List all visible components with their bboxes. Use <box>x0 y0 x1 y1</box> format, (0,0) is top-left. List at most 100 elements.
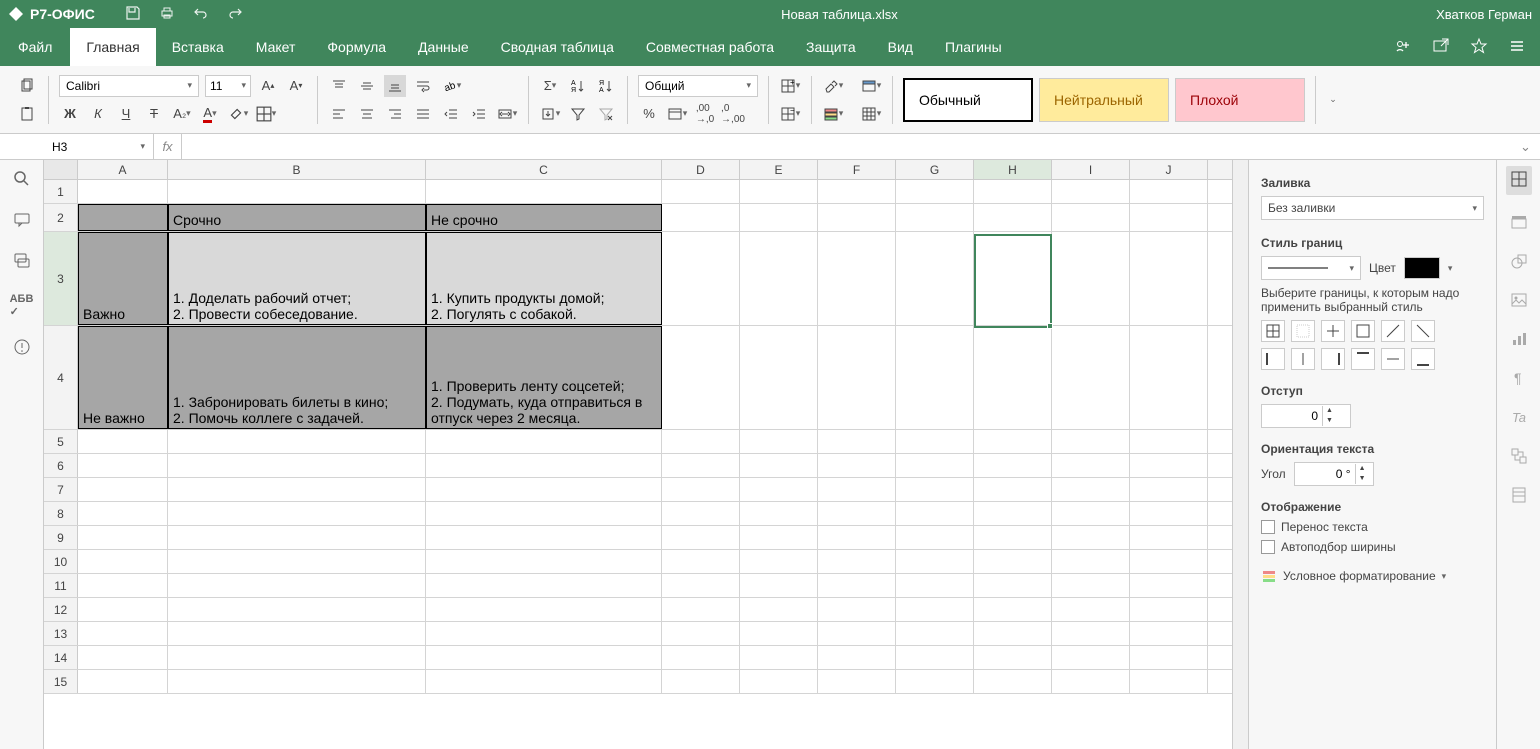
cell-I10[interactable] <box>1052 550 1130 573</box>
cell-D10[interactable] <box>662 550 740 573</box>
cell-E4[interactable] <box>740 326 818 429</box>
cell-G9[interactable] <box>896 526 974 549</box>
cell-F11[interactable] <box>818 574 896 597</box>
undo-icon[interactable] <box>193 5 209 24</box>
cell-D1[interactable] <box>662 180 740 203</box>
cell-G7[interactable] <box>896 478 974 501</box>
cell-I4[interactable] <box>1052 326 1130 429</box>
cell-F3[interactable] <box>818 232 896 325</box>
menu-collab[interactable]: Совместная работа <box>630 28 790 66</box>
cell-F7[interactable] <box>818 478 896 501</box>
border-inner-icon[interactable] <box>1321 320 1345 342</box>
cell-A2[interactable] <box>78 204 168 231</box>
angle-down[interactable]: ▼ <box>1356 474 1369 484</box>
strike-icon[interactable]: Т <box>143 103 165 125</box>
cell-A3[interactable]: Важно <box>78 232 168 325</box>
cell-E13[interactable] <box>740 622 818 645</box>
formula-input[interactable] <box>182 134 1520 159</box>
size-select[interactable]: 11▾ <box>205 75 251 97</box>
menu-layout[interactable]: Макет <box>240 28 312 66</box>
search-icon[interactable] <box>13 170 31 191</box>
cell-H15[interactable] <box>974 670 1052 693</box>
spellcheck-icon[interactable]: АБВ✓ <box>10 293 34 318</box>
cell-F1[interactable] <box>818 180 896 203</box>
cell-E10[interactable] <box>740 550 818 573</box>
cell-B6[interactable] <box>168 454 426 477</box>
cell-A7[interactable] <box>78 478 168 501</box>
menu-pivot[interactable]: Сводная таблица <box>485 28 630 66</box>
col-header-E[interactable]: E <box>740 160 818 179</box>
cell-A1[interactable] <box>78 180 168 203</box>
cell-D4[interactable] <box>662 326 740 429</box>
cond-format-link[interactable]: Условное форматирование ▾ <box>1261 568 1484 584</box>
cell-J10[interactable] <box>1130 550 1208 573</box>
image-settings-icon[interactable] <box>1510 291 1528 312</box>
cell-A8[interactable] <box>78 502 168 525</box>
cond-format-icon[interactable]: ▾ <box>822 103 844 125</box>
cell-G11[interactable] <box>896 574 974 597</box>
share-icon[interactable] <box>1394 37 1412 58</box>
cell-D11[interactable] <box>662 574 740 597</box>
cell-G14[interactable] <box>896 646 974 669</box>
cell-G4[interactable] <box>896 326 974 429</box>
cell-J4[interactable] <box>1130 326 1208 429</box>
border-all-icon[interactable] <box>1261 320 1285 342</box>
cell-E5[interactable] <box>740 430 818 453</box>
indent-spinner[interactable]: ▲▼ <box>1261 404 1351 428</box>
cell-J5[interactable] <box>1130 430 1208 453</box>
cell-F9[interactable] <box>818 526 896 549</box>
cell-J6[interactable] <box>1130 454 1208 477</box>
cell-E9[interactable] <box>740 526 818 549</box>
open-location-icon[interactable] <box>1432 37 1450 58</box>
border-top-icon[interactable] <box>1351 348 1375 370</box>
row-header-7[interactable]: 7 <box>44 478 78 501</box>
select-all-corner[interactable] <box>44 160 78 179</box>
halign-right-icon[interactable] <box>384 103 406 125</box>
cell-D6[interactable] <box>662 454 740 477</box>
sort-desc-icon[interactable]: ЯА <box>595 75 617 97</box>
cell-C6[interactable] <box>426 454 662 477</box>
borders-icon[interactable]: ▾ <box>255 103 277 125</box>
cell-I3[interactable] <box>1052 232 1130 325</box>
cell-J11[interactable] <box>1130 574 1208 597</box>
cell-B4[interactable]: 1. Забронировать билеты в кино; 2. Помоч… <box>168 326 426 429</box>
cell-I6[interactable] <box>1052 454 1130 477</box>
row-header-13[interactable]: 13 <box>44 622 78 645</box>
styles-expand[interactable]: ⌄ <box>1318 94 1348 105</box>
cell-E6[interactable] <box>740 454 818 477</box>
favorite-icon[interactable] <box>1470 37 1488 58</box>
row-header-15[interactable]: 15 <box>44 670 78 693</box>
wrap-icon[interactable] <box>412 75 434 97</box>
cell-F12[interactable] <box>818 598 896 621</box>
insert-table-icon[interactable]: ▾ <box>860 103 882 125</box>
cell-C9[interactable] <box>426 526 662 549</box>
chat-icon[interactable] <box>13 252 31 273</box>
sum-icon[interactable]: Σ▾ <box>539 75 561 97</box>
cell-A6[interactable] <box>78 454 168 477</box>
menu-file[interactable]: Файл <box>0 28 70 66</box>
cell-E2[interactable] <box>740 204 818 231</box>
cell-C15[interactable] <box>426 670 662 693</box>
cell-A5[interactable] <box>78 430 168 453</box>
row-header-12[interactable]: 12 <box>44 598 78 621</box>
cell-H13[interactable] <box>974 622 1052 645</box>
bold-icon[interactable]: Ж <box>59 103 81 125</box>
cell-B3[interactable]: 1. Доделать рабочий отчет; 2. Провести с… <box>168 232 426 325</box>
row-header-4[interactable]: 4 <box>44 326 78 429</box>
cell-E12[interactable] <box>740 598 818 621</box>
cell-F14[interactable] <box>818 646 896 669</box>
cell-G5[interactable] <box>896 430 974 453</box>
cell-H11[interactable] <box>974 574 1052 597</box>
inc-dec-icon[interactable]: ,0→,00 <box>722 103 744 125</box>
col-header-I[interactable]: I <box>1052 160 1130 179</box>
angle-up[interactable]: ▲ <box>1356 464 1369 474</box>
cell-G13[interactable] <box>896 622 974 645</box>
cell-H10[interactable] <box>974 550 1052 573</box>
col-header-B[interactable]: B <box>168 160 426 179</box>
font-color-icon[interactable]: A▾ <box>199 103 221 125</box>
shape-settings-icon[interactable] <box>1510 252 1528 273</box>
cell-C11[interactable] <box>426 574 662 597</box>
clear-filter-icon[interactable] <box>595 103 617 125</box>
wrap-checkbox[interactable]: Перенос текста <box>1261 520 1484 534</box>
style-bad[interactable]: Плохой <box>1175 78 1305 122</box>
